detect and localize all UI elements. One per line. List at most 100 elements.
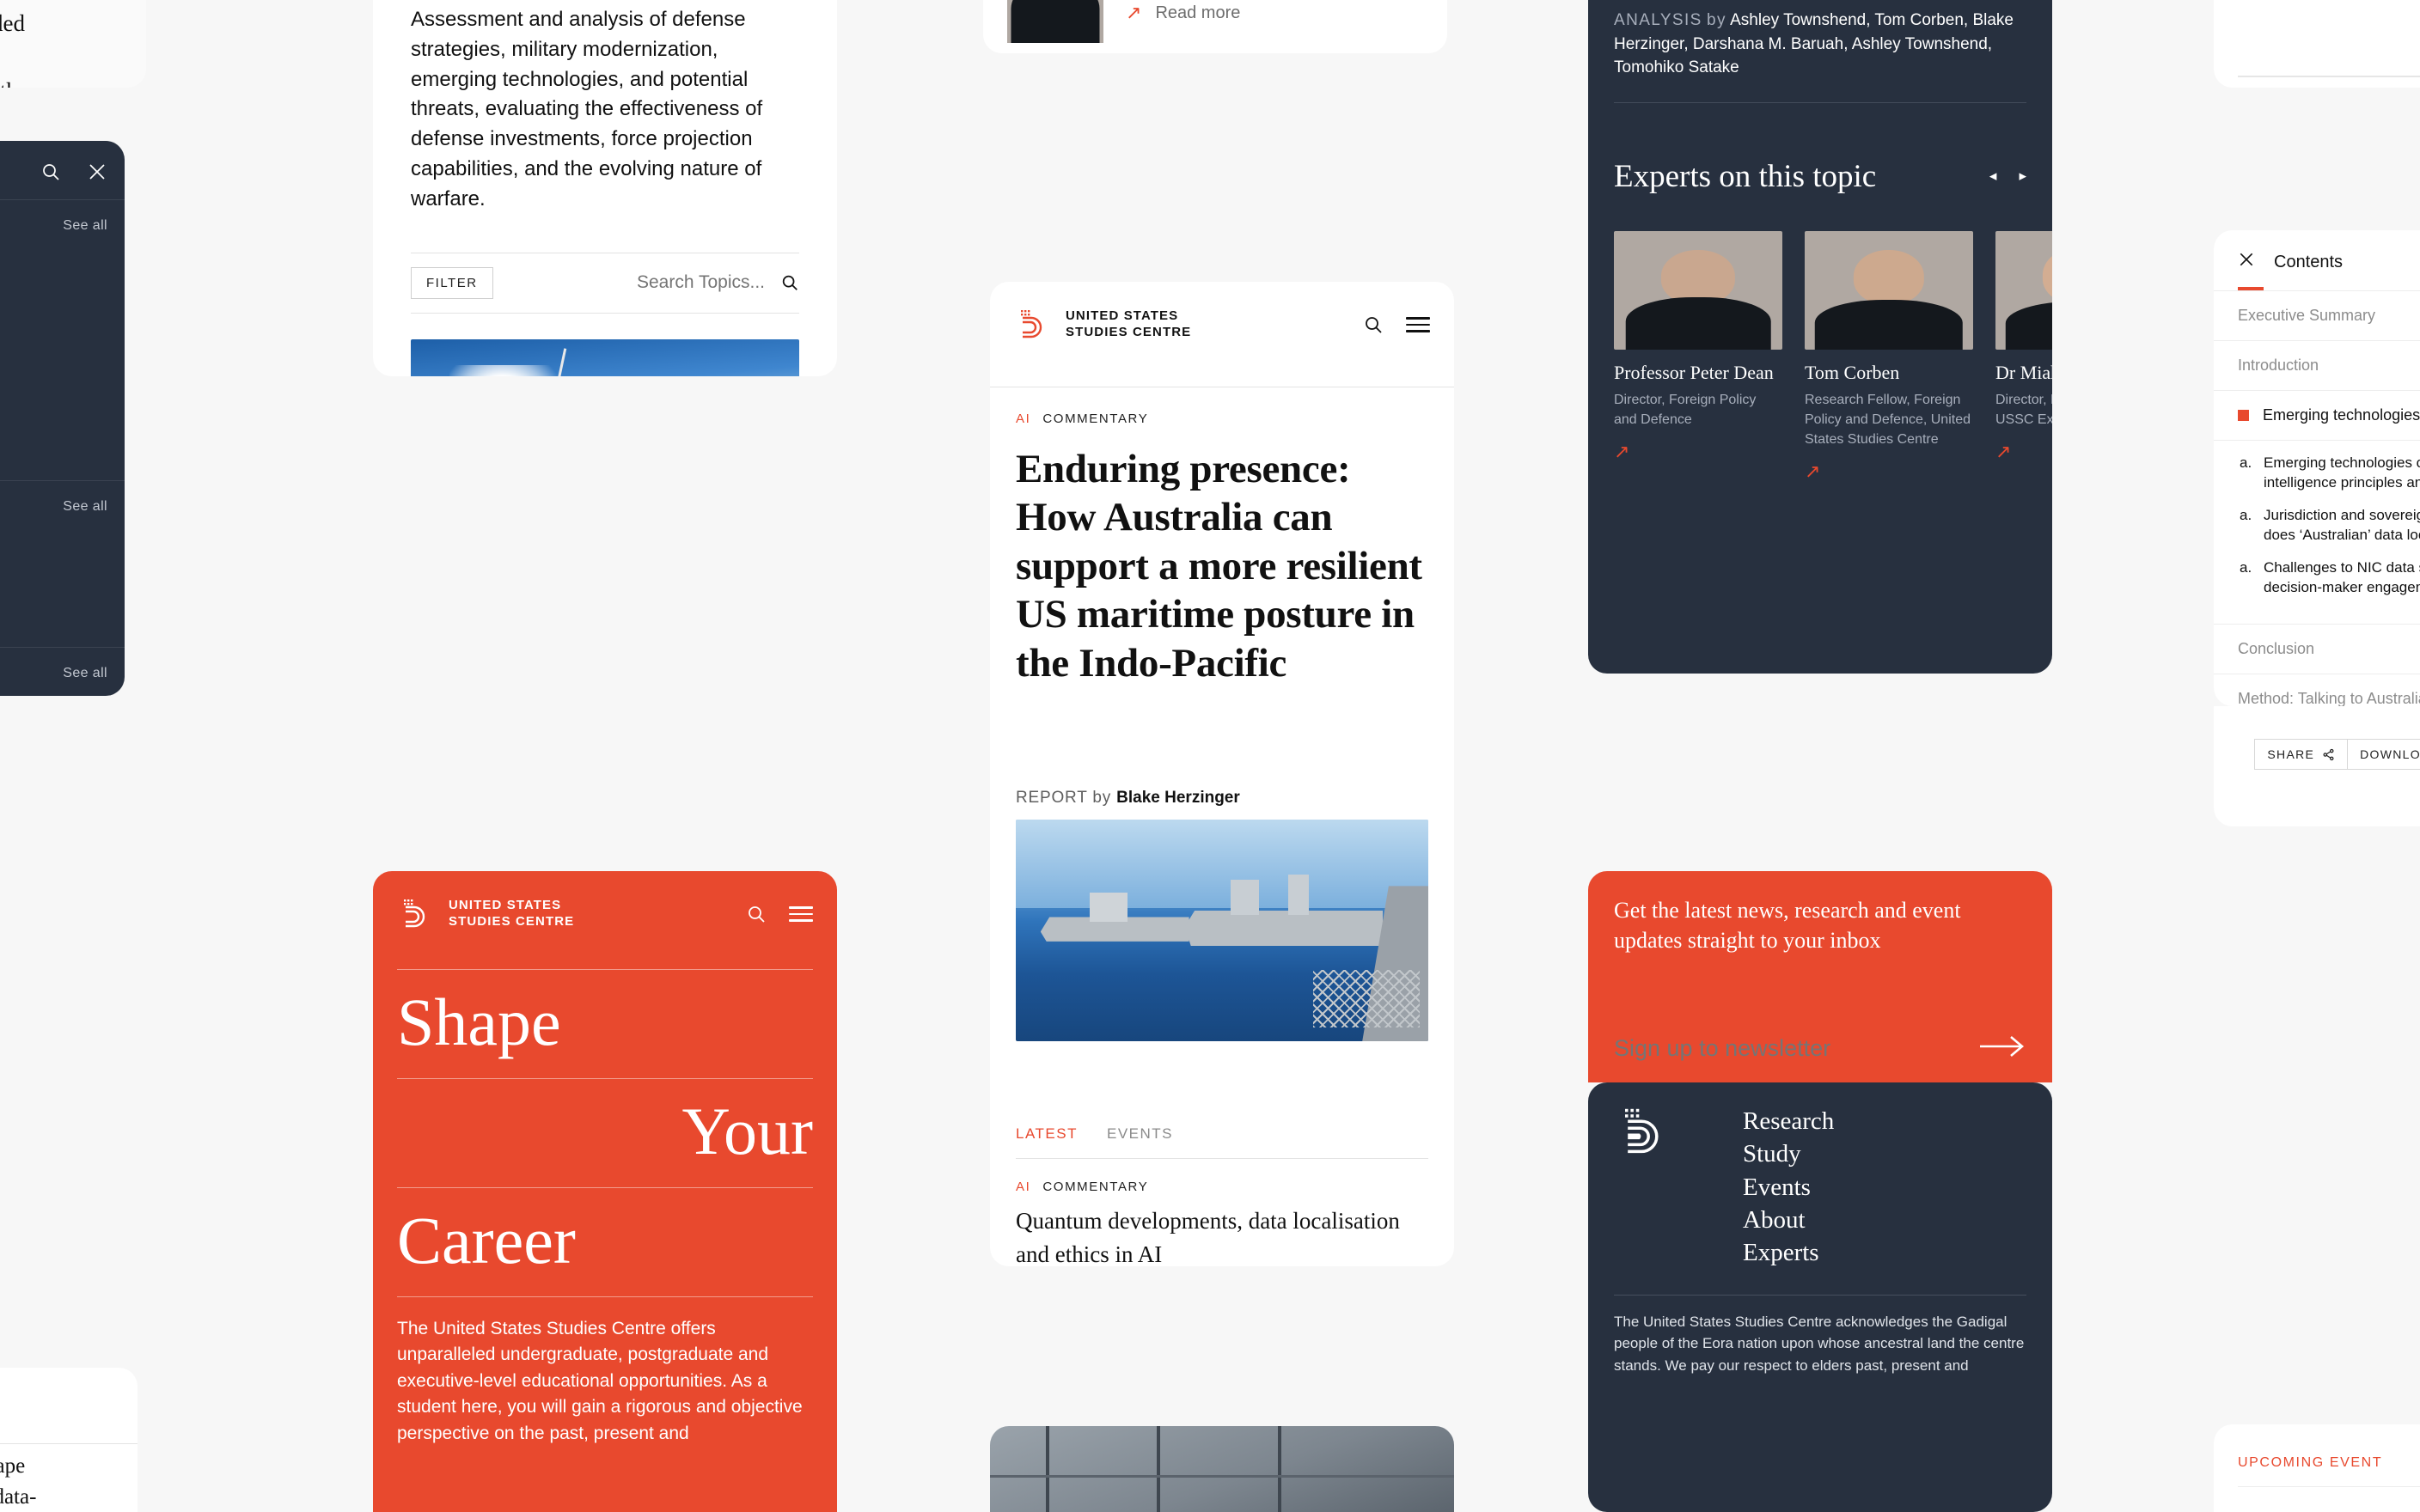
search-icon[interactable] (780, 273, 799, 292)
download-button[interactable]: DOWNLOAD (2348, 739, 2420, 770)
newsletter-signup-panel: Get the latest news, research and event … (1588, 871, 2052, 1082)
subitem-line-1: Challenges to NIC data sh (2264, 558, 2420, 576)
share-icon (2323, 748, 2334, 760)
expert-role: Director, Foreign Policy and Defence (1614, 393, 1757, 428)
article-image-sliver (990, 1426, 1454, 1512)
menu-item-security[interactable]: ecurity (0, 574, 125, 601)
read-more-link[interactable]: ↗ Read more (1126, 2, 1240, 24)
upcoming-event-card: UPCOMING EVENT (2214, 1424, 2420, 1512)
footer-nav-item-about[interactable]: About (1743, 1204, 1834, 1236)
toc-item-conclusion[interactable]: Conclusion (2214, 623, 2420, 674)
footer-nav-item-experts[interactable]: Experts (1743, 1236, 1834, 1269)
see-all-link[interactable]: See all (63, 218, 107, 234)
career-blurb: The United States Studies Centre offers … (397, 1319, 803, 1443)
arrow-up-right-icon: ↗ (1126, 2, 1142, 23)
filter-bar: FILTER (411, 252, 799, 314)
kicker-type: COMMENTARY (1042, 412, 1149, 426)
upcoming-event-label: UPCOMING EVENT (2238, 1455, 2383, 1470)
arrow-left-icon[interactable]: ◂ (1989, 168, 1997, 185)
analysis-label: ANALYSIS (1614, 11, 1702, 29)
ussc-logo-icon[interactable] (1614, 1105, 1678, 1160)
download-label: DOWNLOAD (2360, 747, 2420, 761)
expert-card[interactable]: Professor Peter Dean Director, Foreign P… (1614, 230, 1782, 483)
subitem-line-2: decision-maker engageme (2264, 579, 2420, 596)
article-thumbnail-missile-launch (411, 338, 799, 376)
toc-item-introduction[interactable]: Introduction (2214, 340, 2420, 390)
search-icon[interactable] (1363, 314, 1384, 335)
article-hero-image-warships (1016, 819, 1428, 1041)
subitem-marker: a. (2240, 558, 2252, 576)
share-button[interactable]: SHARE (2254, 739, 2349, 770)
expert-preview-card: USSC Expert ↗ Read more (983, 0, 1447, 53)
arrow-up-right-icon[interactable]: ↗ (1805, 460, 1820, 483)
hamburger-icon[interactable] (789, 902, 813, 925)
topic-listing-card: Assessment and analysis of defense strat… (373, 0, 837, 376)
menu-item-opinion[interactable]: pinion (0, 397, 125, 424)
article-kicker: AI COMMENTARY (1016, 412, 1428, 426)
byline-by: by (1092, 788, 1112, 807)
newsletter-email-input[interactable] (1614, 1035, 1903, 1062)
menu-see-all-row-2[interactable]: See all (0, 480, 125, 532)
arrow-up-right-icon[interactable]: ↗ (1614, 441, 1629, 463)
footer-nav-item-events[interactable]: Events (1743, 1171, 1834, 1204)
avatar (1805, 230, 1973, 350)
tab-latest[interactable]: LATEST (1016, 1125, 1078, 1143)
data-article-snippet-card: g data landscape on for many data- (0, 1368, 138, 1512)
ussc-logo-icon (1021, 310, 1042, 338)
tab-events[interactable]: EVENTS (1107, 1125, 1173, 1143)
analysis-by: by (1707, 11, 1726, 29)
experts-carousel[interactable]: Professor Peter Dean Director, Foreign P… (1588, 195, 2052, 483)
article-text-snippet-card: e to hack my y that expanded lls and my … (0, 0, 146, 88)
next-article-title[interactable]: Quantum developments, data localisation … (1016, 1204, 1428, 1266)
byline-label: REPORT (1016, 788, 1088, 807)
shape-your-career-panel: UNITED STATES STUDIES CENTRE Shape Your … (373, 871, 837, 1512)
expert-card[interactable]: Tom Corben Research Fellow, Foreign Poli… (1805, 230, 1973, 483)
footer-nav-item-research[interactable]: Research (1743, 1105, 1834, 1137)
arrow-right-icon[interactable] (1978, 1033, 2026, 1064)
content-tabs: LATEST EVENTS (1016, 1125, 1428, 1143)
byline-author: Blake Herzinger (1116, 788, 1240, 807)
arrow-right-icon[interactable]: ▸ (2019, 168, 2026, 185)
toc-sublist: a. Emerging technologies ch intelligence… (2214, 440, 2420, 624)
footer-nav-item-study[interactable]: Study (1743, 1137, 1834, 1170)
menu-see-all-row-1[interactable]: See all (0, 199, 125, 251)
see-all-link[interactable]: See all (63, 666, 107, 681)
brand-line-1: UNITED STATES (449, 898, 562, 913)
read-more-label: Read more (1155, 3, 1241, 22)
search-topics-input[interactable] (580, 272, 765, 294)
filter-button[interactable]: FILTER (411, 266, 493, 299)
toc-item-method[interactable]: Method: Talking to Australia’s N (2214, 673, 2420, 706)
ussc-logo[interactable]: UNITED STATES STUDIES CENTRE (397, 897, 574, 931)
close-icon[interactable] (87, 162, 107, 182)
menu-item-toward[interactable]: ard (0, 532, 125, 574)
analysis-byline: ANALYSIS by Ashley Townshend, Tom Corben… (1588, 0, 2052, 80)
hamburger-icon[interactable] (1406, 313, 1430, 336)
toc-item-executive-summary[interactable]: Executive Summary (2214, 290, 2420, 340)
kicker-tag: AI (1016, 1179, 1031, 1194)
bl-line-2: on for many data- (0, 1485, 37, 1509)
search-icon[interactable] (746, 904, 767, 924)
close-icon[interactable] (2238, 251, 2255, 273)
acknowledgement-of-country: The United States Studies Centre acknowl… (1614, 1314, 2025, 1374)
brand-line-2: STUDIES CENTRE (449, 914, 575, 929)
article-headline: Enduring presence: How Australia can sup… (1016, 447, 1422, 686)
expert-card[interactable]: Dr Miah Hammond- Director, Eme Technolog… (1995, 230, 2052, 483)
avatar (1995, 230, 2052, 350)
snippet-line-3: lls and my (0, 39, 146, 73)
brand-line-1: UNITED STATES (1066, 308, 1179, 324)
toc-item-emerging-technologies[interactable]: Emerging technologies (2214, 390, 2420, 440)
search-icon[interactable] (40, 162, 61, 182)
toc-subitem[interactable]: a. Emerging technologies ch intelligence… (2240, 453, 2420, 493)
expert-name: Dr Miah Hammond- (1995, 361, 2052, 383)
ussc-logo[interactable]: UNITED STATES STUDIES CENTRE (1014, 308, 1191, 342)
subitem-line-1: Emerging technologies ch (2264, 454, 2420, 471)
share-label: SHARE (2267, 747, 2315, 761)
arrow-up-right-icon[interactable]: ↗ (1995, 441, 2011, 463)
toc-subitem[interactable]: a. Jurisdiction and sovereign does ‘Aust… (2240, 505, 2420, 546)
toc-subitem[interactable]: a. Challenges to NIC data sh decision-ma… (2240, 558, 2420, 598)
menu-see-all-row-3[interactable]: See all (0, 647, 125, 696)
newsletter-title: Get the latest news, research and event … (1614, 898, 1961, 954)
kicker-type: COMMENTARY (1042, 1179, 1149, 1194)
subitem-marker: a. (2240, 506, 2252, 523)
see-all-link[interactable]: See all (63, 499, 107, 515)
